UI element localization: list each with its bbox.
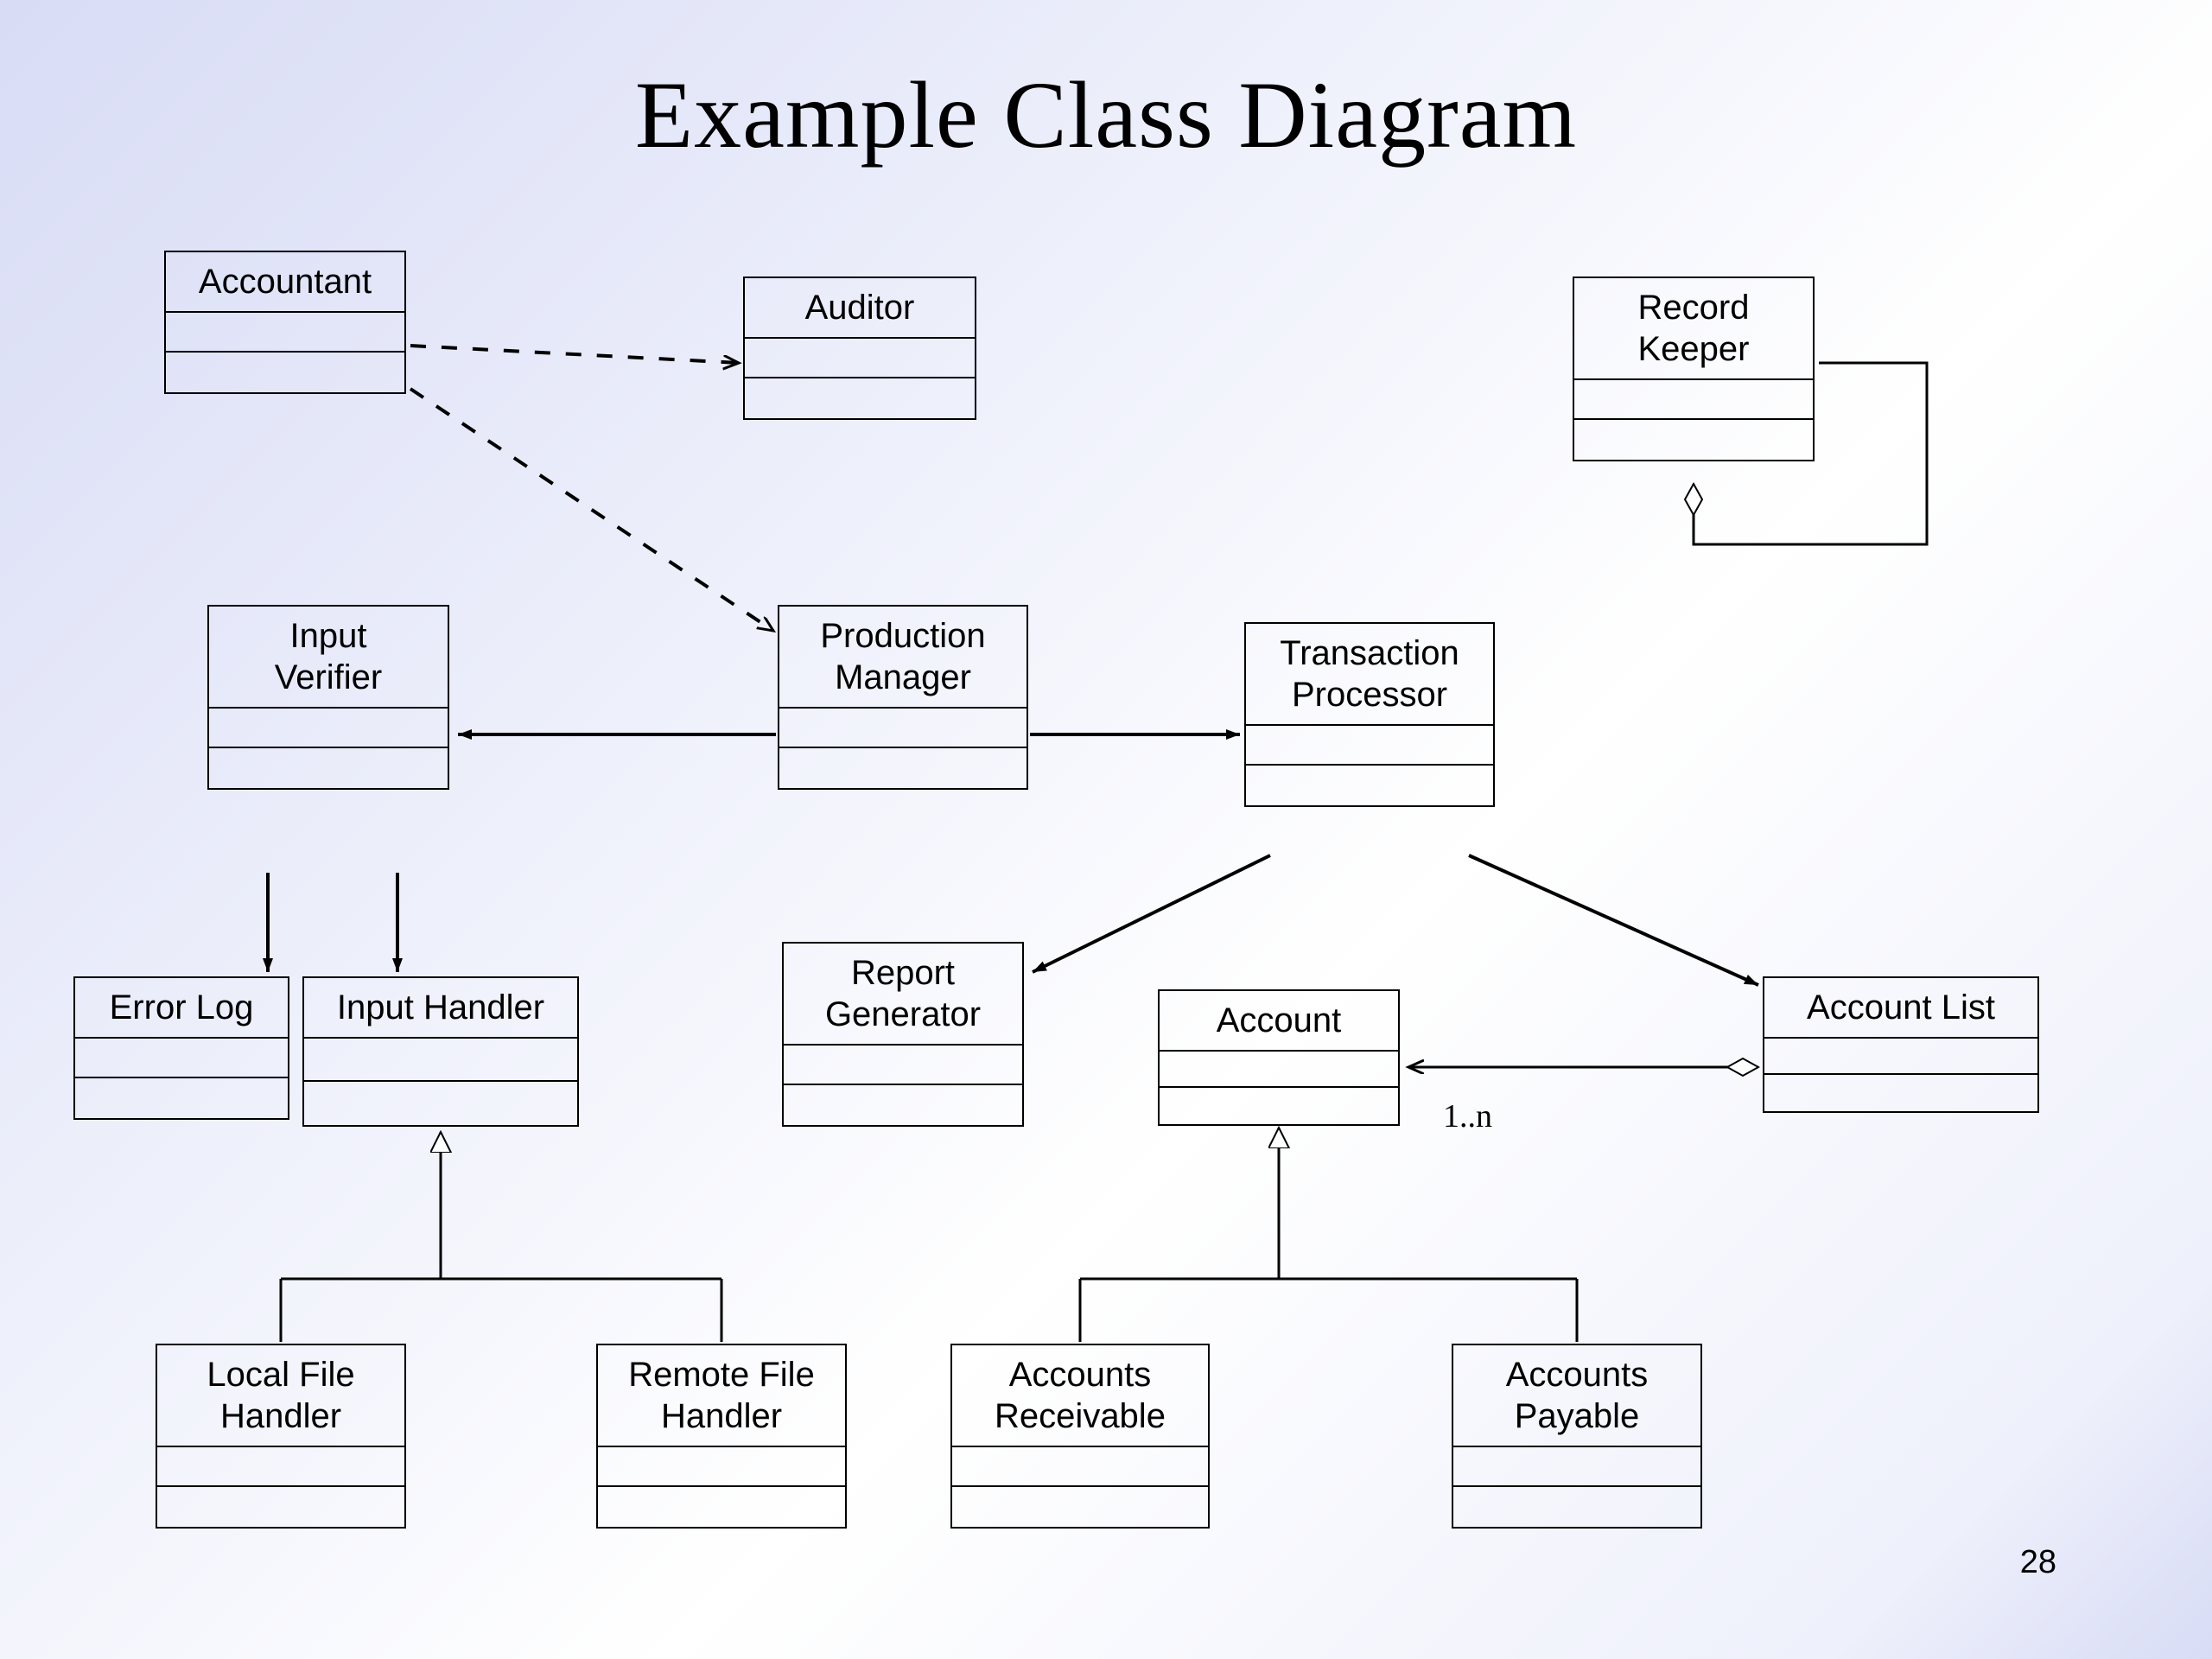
class-operations [1453,1487,1700,1527]
class-operations [745,378,975,418]
class-label: Record Keeper [1574,278,1813,380]
class-report-generator: Report Generator [782,942,1024,1127]
class-operations [157,1487,404,1527]
edge-transproc-accountlist [1469,855,1758,985]
edge-accountant-auditor [410,346,739,363]
class-attributes [209,709,448,748]
class-attributes [598,1447,845,1487]
class-label: Account List [1764,978,2037,1039]
class-label: Transaction Processor [1246,624,1493,726]
class-label: Accounts Payable [1453,1345,1700,1447]
class-attributes [784,1046,1022,1085]
class-local-file-handler: Local File Handler [156,1344,406,1529]
class-label: Error Log [75,978,288,1039]
class-remote-file-handler: Remote File Handler [596,1344,847,1529]
class-attributes [1764,1039,2037,1075]
edge-accountant-prodmgr [410,389,773,631]
class-attributes [1246,726,1493,766]
class-attributes [75,1039,288,1078]
class-label: Account [1160,991,1398,1052]
class-operations [75,1078,288,1118]
page-number: 28 [2020,1544,2056,1581]
class-auditor: Auditor [743,276,976,420]
class-operations [304,1082,577,1125]
class-error-log: Error Log [73,976,289,1120]
class-attributes [1453,1447,1700,1487]
class-label: Input Verifier [209,607,448,709]
class-operations [209,748,448,788]
class-attributes [952,1447,1208,1487]
class-operations [1246,766,1493,805]
class-attributes [304,1039,577,1082]
class-input-verifier: Input Verifier [207,605,449,790]
edge-transproc-reportgen [1033,855,1270,972]
class-label: Accountant [166,252,404,313]
class-label: Remote File Handler [598,1345,845,1447]
class-record-keeper: Record Keeper [1573,276,1815,461]
class-label: Auditor [745,278,975,339]
class-operations [1574,420,1813,460]
class-label: Report Generator [784,944,1022,1046]
class-label: Input Handler [304,978,577,1039]
class-operations [1764,1075,2037,1111]
class-accounts-receivable: Accounts Receivable [950,1344,1210,1529]
class-attributes [1160,1052,1398,1088]
class-accounts-payable: Accounts Payable [1452,1344,1702,1529]
class-attributes [779,709,1027,748]
class-operations [598,1487,845,1527]
class-attributes [1574,380,1813,420]
class-production-manager: Production Manager [778,605,1028,790]
class-input-handler: Input Handler [302,976,579,1127]
class-operations [1160,1088,1398,1124]
class-transaction-processor: Transaction Processor [1244,622,1495,807]
class-attributes [157,1447,404,1487]
class-label: Production Manager [779,607,1027,709]
diagram-title: Example Class Diagram [635,60,1577,170]
class-attributes [745,339,975,378]
class-label: Local File Handler [157,1345,404,1447]
class-operations [779,748,1027,788]
class-operations [784,1085,1022,1125]
class-label: Accounts Receivable [952,1345,1208,1447]
class-accountant: Accountant [164,251,406,394]
class-attributes [166,313,404,353]
class-account-list: Account List [1763,976,2039,1113]
class-operations [952,1487,1208,1527]
class-operations [166,353,404,392]
multiplicity-label: 1..n [1443,1097,1492,1135]
class-account: Account [1158,989,1400,1126]
